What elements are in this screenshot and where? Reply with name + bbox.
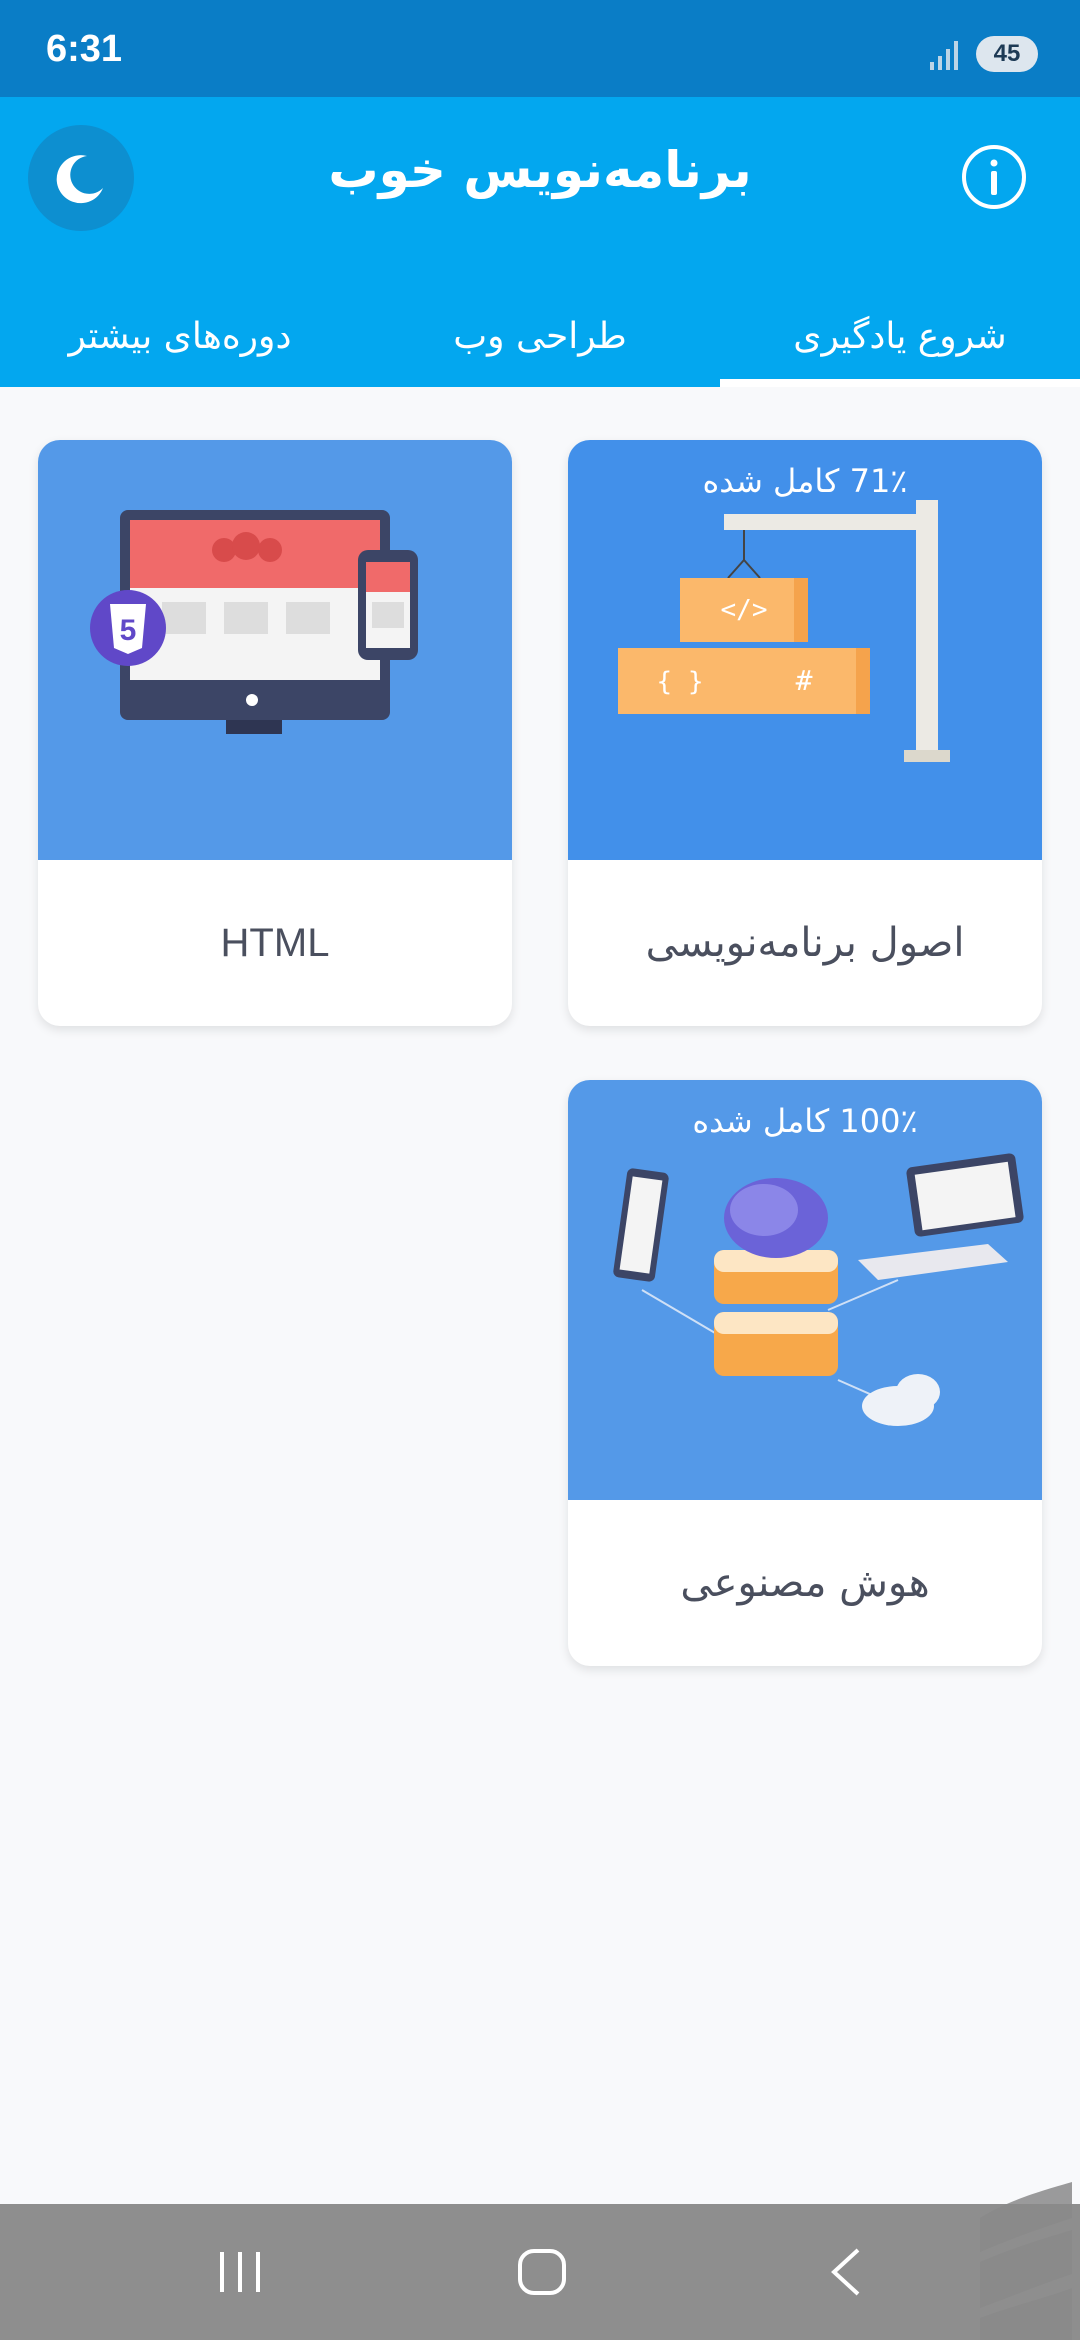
theme-toggle-button[interactable] (28, 125, 134, 231)
recents-icon (220, 2252, 260, 2292)
card-image-area: 71٪ کامل شده </> { } # (568, 440, 1042, 860)
active-tab-indicator (720, 379, 1080, 387)
back-icon (831, 2248, 860, 2296)
svg-text:#: # (796, 664, 813, 697)
svg-text:{ }: { } (657, 667, 704, 697)
tab-start-learning[interactable]: شروع یادگیری (720, 287, 1080, 387)
card-title: اصول برنامه‌نویسی (645, 920, 965, 966)
svg-text:</>: </> (721, 595, 768, 625)
app-bar: برنامه‌نویس خوب شروع یادگیری طراحی وب دو… (0, 97, 1080, 387)
signal-icon (930, 41, 958, 70)
course-card-programming[interactable]: 71٪ کامل شده </> { } # اصول برنامه‌نویسی (568, 440, 1042, 1026)
card-title: هوش مصنوعی (680, 1560, 930, 1606)
store-watermark-logo (980, 2182, 1072, 2340)
tab-more-courses[interactable]: دوره‌های بیشتر (0, 287, 360, 387)
card-progress: 71٪ کامل شده (702, 462, 908, 500)
info-icon (962, 145, 1026, 209)
home-icon (518, 2249, 566, 2295)
ai-brain-network-illustration (613, 1153, 1024, 1426)
battery-badge: 45 (976, 36, 1038, 72)
tab-bar: شروع یادگیری طراحی وب دوره‌های بیشتر (0, 287, 1080, 387)
back-button[interactable] (806, 2242, 886, 2302)
recents-button[interactable] (200, 2242, 280, 2302)
crane-code-blocks-illustration: </> { } # (618, 500, 950, 762)
moon-icon (56, 155, 103, 204)
course-card-ai[interactable]: 100٪ کامل شده هوش مصنوعی (568, 1080, 1042, 1666)
tab-web-design[interactable]: طراحی وب (360, 287, 720, 387)
card-progress: 100٪ کامل شده (692, 1102, 918, 1140)
info-button[interactable] (958, 141, 1030, 213)
home-button[interactable] (502, 2242, 582, 2302)
card-image-area: 100٪ کامل شده (568, 1080, 1042, 1500)
app-title: برنامه‌نویس خوب (328, 141, 752, 199)
status-time: 6:31 (46, 28, 123, 70)
card-image-area: 5 (38, 440, 512, 860)
status-bar: 6:31 45 (0, 0, 1080, 97)
course-card-html[interactable]: 5 HTML (38, 440, 512, 1026)
svg-text:5: 5 (120, 614, 137, 647)
system-nav-bar (0, 2204, 1080, 2340)
card-title: HTML (220, 921, 330, 965)
html5-devices-illustration: 5 (90, 510, 418, 734)
